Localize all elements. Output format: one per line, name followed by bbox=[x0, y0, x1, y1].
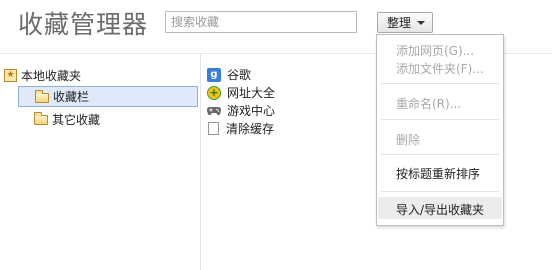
google-icon: g bbox=[207, 67, 221, 82]
page-title: 收藏管理器 bbox=[18, 10, 149, 39]
bookmark-list: g 谷歌 + 网址大全 游戏中心 清除缓存 bbox=[207, 66, 275, 138]
list-item-label: 谷歌 bbox=[227, 68, 252, 82]
organize-label: 整理 bbox=[387, 16, 412, 30]
menu-item-import-export[interactable]: 导入/导出收藏夹 bbox=[396, 201, 484, 218]
tree-item-favorites-bar[interactable]: 收藏栏 bbox=[18, 86, 198, 107]
list-item-label: 网址大全 bbox=[227, 86, 276, 100]
page-icon bbox=[208, 122, 219, 135]
menu-separator bbox=[381, 119, 499, 120]
menu-item-add-folder[interactable]: 添加文件夹(F)... bbox=[396, 60, 484, 77]
search-input[interactable] bbox=[165, 11, 357, 33]
hao123-icon: + bbox=[207, 85, 221, 100]
chevron-down-icon bbox=[417, 21, 426, 25]
menu-item-add-page[interactable]: 添加网页(G)... bbox=[396, 42, 474, 59]
menu-item-sort-by-title[interactable]: 按标题重新排序 bbox=[396, 165, 480, 182]
gamepad-icon bbox=[207, 104, 221, 118]
menu-item-delete[interactable]: 删除 bbox=[396, 131, 420, 148]
list-item-google[interactable]: g 谷歌 bbox=[207, 66, 275, 83]
menu-separator bbox=[381, 83, 499, 84]
menu-item-rename[interactable]: 重命名(R)... bbox=[396, 95, 461, 112]
organize-menu: 添加网页(G)... 添加文件夹(F)... 重命名(R)... 删除 按标题重… bbox=[376, 34, 504, 226]
folder-icon bbox=[34, 112, 48, 125]
organize-button[interactable]: 整理 bbox=[377, 12, 433, 33]
list-item-label: 游戏中心 bbox=[227, 104, 276, 118]
tree-item-label: 本地收藏夹 bbox=[21, 68, 82, 83]
list-item-game-center[interactable]: 游戏中心 bbox=[207, 102, 275, 119]
pane-divider bbox=[200, 54, 201, 270]
tree-item-label: 收藏栏 bbox=[53, 90, 90, 104]
list-item-label: 清除缓存 bbox=[226, 122, 275, 136]
menu-separator bbox=[381, 191, 499, 192]
star-folder-icon: ★ bbox=[4, 68, 17, 82]
menu-separator bbox=[381, 154, 499, 155]
list-item-clear-cache[interactable]: 清除缓存 bbox=[207, 120, 275, 137]
tree-item-other-favorites[interactable]: 其它收藏 bbox=[34, 109, 100, 129]
tree-item-label: 其它收藏 bbox=[52, 112, 101, 127]
list-item-hao123[interactable]: + 网址大全 bbox=[207, 84, 275, 101]
tree-item-local-favorites[interactable]: ★ 本地收藏夹 bbox=[4, 65, 81, 85]
folder-icon bbox=[35, 89, 49, 103]
